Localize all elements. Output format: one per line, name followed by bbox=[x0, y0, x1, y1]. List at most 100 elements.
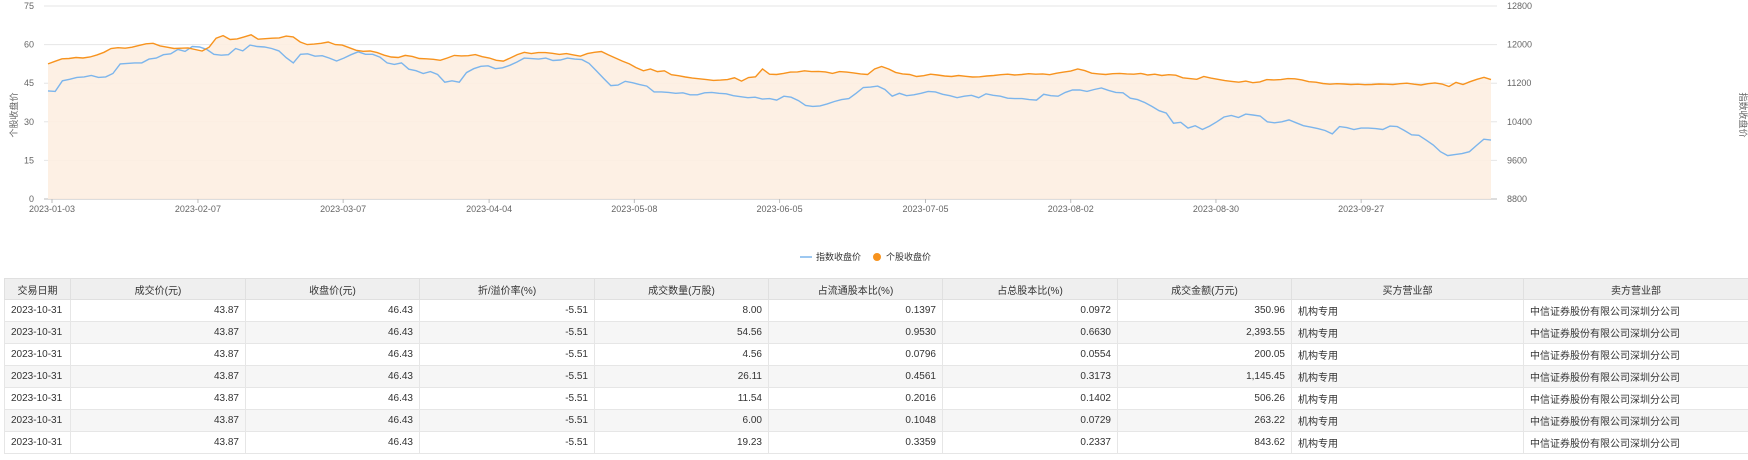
x-tick-label: 2023-03-07 bbox=[320, 204, 366, 214]
cell-total-ratio: 0.1402 bbox=[942, 387, 1118, 410]
cell-seller: 中信证券股份有限公司深圳分公司 bbox=[1523, 365, 1748, 388]
cell-premium-rate: -5.51 bbox=[419, 343, 595, 366]
table-row[interactable]: 2023-10-31 43.87 46.43 -5.51 6.00 0.1048 0.072… bbox=[4, 409, 1748, 432]
cell-total-ratio: 0.3173 bbox=[942, 365, 1118, 388]
cell-close-price: 46.43 bbox=[245, 409, 420, 432]
y-axis-left-title: 个股收盘价 bbox=[8, 92, 19, 137]
cell-premium-rate: -5.51 bbox=[419, 409, 595, 432]
cell-trade-date: 2023-10-31 bbox=[4, 365, 71, 388]
legend-item-index[interactable]: 指数收盘价 bbox=[800, 251, 861, 262]
cell-trade-date: 2023-10-31 bbox=[4, 409, 71, 432]
cell-seller: 中信证券股份有限公司深圳分公司 bbox=[1523, 387, 1748, 410]
cell-amount: 350.96 bbox=[1117, 299, 1292, 322]
legend-index-label: 指数收盘价 bbox=[816, 251, 861, 262]
table-header-row: 交易日期 成交价(元) 收盘价(元) 折/溢价率(%) 成交数量(万股) 占流通… bbox=[4, 278, 1748, 300]
cell-volume: 54.56 bbox=[594, 321, 769, 344]
cell-buyer: 机构专用 bbox=[1291, 387, 1524, 410]
legend-item-stock[interactable]: 个股收盘价 bbox=[873, 251, 931, 262]
cell-buyer: 机构专用 bbox=[1291, 431, 1524, 454]
col-header-seller[interactable]: 卖方营业部 bbox=[1523, 278, 1748, 300]
y-right-tick-label: 12800 bbox=[1507, 1, 1532, 11]
cell-volume: 26.11 bbox=[594, 365, 769, 388]
cell-premium-rate: -5.51 bbox=[419, 321, 595, 344]
block-trade-table: 交易日期 成交价(元) 收盘价(元) 折/溢价率(%) 成交数量(万股) 占流通… bbox=[4, 278, 1748, 454]
cell-close-price: 46.43 bbox=[245, 431, 420, 454]
cell-trade-date: 2023-10-31 bbox=[4, 321, 71, 344]
cell-float-ratio: 0.1048 bbox=[768, 409, 943, 432]
cell-seller: 中信证券股份有限公司深圳分公司 bbox=[1523, 431, 1748, 454]
cell-close-price: 46.43 bbox=[245, 387, 420, 410]
price-chart: 0 15 30 45 60 75 8800 9600 10400 11200 12000 12800 2… bbox=[8, 1, 1748, 262]
y-left-tick-label: 60 bbox=[24, 40, 34, 50]
y-left-tick-label: 30 bbox=[24, 117, 34, 127]
table-row[interactable]: 2023-10-31 43.87 46.43 -5.51 4.56 0.0796 0.055… bbox=[4, 343, 1748, 366]
cell-volume: 19.23 bbox=[594, 431, 769, 454]
y-right-tick-label: 10400 bbox=[1507, 117, 1532, 127]
cell-volume: 11.54 bbox=[594, 387, 769, 410]
cell-amount: 200.05 bbox=[1117, 343, 1292, 366]
stock-area-fill bbox=[48, 34, 1491, 199]
cell-float-ratio: 0.9530 bbox=[768, 321, 943, 344]
cell-buyer: 机构专用 bbox=[1291, 343, 1524, 366]
cell-deal-price: 43.87 bbox=[70, 409, 246, 432]
x-tick-label: 2023-04-04 bbox=[466, 204, 512, 214]
cell-float-ratio: 0.0796 bbox=[768, 343, 943, 366]
stock-area bbox=[48, 34, 1491, 199]
y-left-tick-label: 0 bbox=[29, 194, 34, 204]
cell-buyer: 机构专用 bbox=[1291, 321, 1524, 344]
cell-close-price: 46.43 bbox=[245, 343, 420, 366]
cell-trade-date: 2023-10-31 bbox=[4, 387, 71, 410]
x-tick-label: 2023-05-08 bbox=[611, 204, 657, 214]
cell-float-ratio: 0.2016 bbox=[768, 387, 943, 410]
y-axis-right-title: 指数收盘价 bbox=[1738, 92, 1748, 137]
cell-seller: 中信证券股份有限公司深圳分公司 bbox=[1523, 299, 1748, 322]
cell-deal-price: 43.87 bbox=[70, 321, 246, 344]
cell-premium-rate: -5.51 bbox=[419, 387, 595, 410]
cell-amount: 506.26 bbox=[1117, 387, 1292, 410]
col-header-close-price[interactable]: 收盘价(元) bbox=[245, 278, 420, 300]
legend-stock-label: 个股收盘价 bbox=[886, 251, 931, 262]
y-left-tick-label: 45 bbox=[24, 78, 34, 88]
cell-premium-rate: -5.51 bbox=[419, 299, 595, 322]
cell-premium-rate: -5.51 bbox=[419, 365, 595, 388]
cell-float-ratio: 0.1397 bbox=[768, 299, 943, 322]
table-row[interactable]: 2023-10-31 43.87 46.43 -5.51 8.00 0.1397 0.097… bbox=[4, 299, 1748, 322]
cell-trade-date: 2023-10-31 bbox=[4, 431, 71, 454]
cell-buyer: 机构专用 bbox=[1291, 409, 1524, 432]
legend-stock-swatch bbox=[873, 253, 881, 261]
y-right-tick-label: 12000 bbox=[1507, 40, 1532, 50]
col-header-premium-rate[interactable]: 折/溢价率(%) bbox=[419, 278, 595, 300]
cell-buyer: 机构专用 bbox=[1291, 365, 1524, 388]
x-tick-label: 2023-08-30 bbox=[1193, 204, 1239, 214]
col-header-amount[interactable]: 成交金额(万元) bbox=[1117, 278, 1292, 300]
cell-close-price: 46.43 bbox=[245, 299, 420, 322]
x-tick-label: 2023-08-02 bbox=[1048, 204, 1094, 214]
y-right-tick-label: 11200 bbox=[1507, 78, 1531, 88]
x-tick-label: 2023-06-05 bbox=[757, 204, 803, 214]
x-tick-label: 2023-02-07 bbox=[175, 204, 221, 214]
col-header-float-ratio[interactable]: 占流通股本比(%) bbox=[768, 278, 943, 300]
cell-total-ratio: 0.0554 bbox=[942, 343, 1118, 366]
table-row[interactable]: 2023-10-31 43.87 46.43 -5.51 19.23 0.3359 0.23… bbox=[4, 431, 1748, 454]
cell-deal-price: 43.87 bbox=[70, 387, 246, 410]
col-header-trade-date[interactable]: 交易日期 bbox=[4, 278, 71, 300]
col-header-total-ratio[interactable]: 占总股本比(%) bbox=[942, 278, 1118, 300]
table-row[interactable]: 2023-10-31 43.87 46.43 -5.51 26.11 0.4561 0.31… bbox=[4, 365, 1748, 388]
cell-total-ratio: 0.0729 bbox=[942, 409, 1118, 432]
cell-seller: 中信证券股份有限公司深圳分公司 bbox=[1523, 409, 1748, 432]
cell-close-price: 46.43 bbox=[245, 365, 420, 388]
col-header-volume[interactable]: 成交数量(万股) bbox=[594, 278, 769, 300]
cell-deal-price: 43.87 bbox=[70, 299, 246, 322]
cell-buyer: 机构专用 bbox=[1291, 299, 1524, 322]
cell-total-ratio: 0.0972 bbox=[942, 299, 1118, 322]
x-tick-label: 2023-01-03 bbox=[29, 204, 75, 214]
cell-amount: 843.62 bbox=[1117, 431, 1292, 454]
table-row[interactable]: 2023-10-31 43.87 46.43 -5.51 54.56 0.9530 0.66… bbox=[4, 321, 1748, 344]
col-header-deal-price[interactable]: 成交价(元) bbox=[70, 278, 246, 300]
table-row[interactable]: 2023-10-31 43.87 46.43 -5.51 11.54 0.2016 0.14… bbox=[4, 387, 1748, 410]
cell-amount: 1,145.45 bbox=[1117, 365, 1292, 388]
y-right-tick-label: 9600 bbox=[1507, 155, 1527, 165]
cell-trade-date: 2023-10-31 bbox=[4, 343, 71, 366]
cell-volume: 8.00 bbox=[594, 299, 769, 322]
col-header-buyer[interactable]: 买方营业部 bbox=[1291, 278, 1524, 300]
